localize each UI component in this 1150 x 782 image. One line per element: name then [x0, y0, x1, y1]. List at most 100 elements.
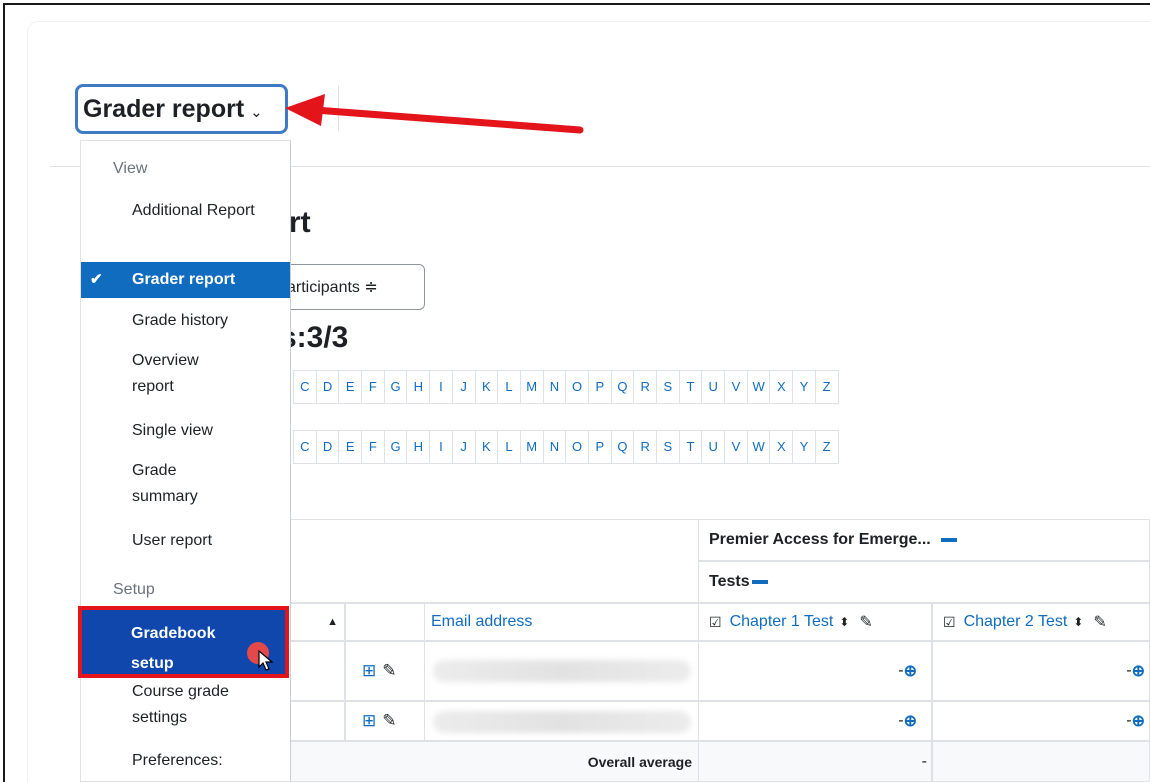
- letter-filter-e[interactable]: E: [338, 370, 363, 404]
- zoom-in-icon[interactable]: ⊕: [1132, 661, 1145, 681]
- letter-filter-d[interactable]: D: [315, 370, 340, 404]
- cursor-icon: [258, 650, 274, 671]
- menu-item-course-grade-settings[interactable]: Course grade settings: [81, 679, 246, 731]
- menu-item-grade-summary[interactable]: Grade summary: [81, 458, 211, 510]
- zoom-in-icon[interactable]: ⊕: [904, 661, 917, 681]
- sort-icon[interactable]: ⬍: [1073, 615, 1083, 629]
- letter-filter-l[interactable]: L: [497, 430, 521, 464]
- letter-filter-n[interactable]: N: [542, 430, 567, 464]
- zoom-in-icon[interactable]: ⊕: [1132, 711, 1145, 731]
- zoom-in-icon[interactable]: ⊕: [904, 711, 917, 731]
- letter-filter-n[interactable]: N: [542, 370, 567, 404]
- letter-filter-t[interactable]: T: [678, 430, 703, 464]
- menu-item-label: Gradebook setup: [131, 625, 216, 672]
- menu-item-single-view[interactable]: Single view: [81, 418, 290, 444]
- page-title: rt: [289, 206, 311, 239]
- check-icon: ✔: [90, 271, 103, 288]
- grade-cell[interactable]: - ⊕: [698, 641, 932, 701]
- overall-average-label: Overall average: [288, 741, 699, 782]
- letter-filter-i[interactable]: I: [429, 430, 453, 464]
- letter-filter-z[interactable]: Z: [814, 370, 839, 404]
- letter-filter-x[interactable]: X: [769, 370, 794, 404]
- letter-filter-i[interactable]: I: [429, 370, 453, 404]
- chapter1-label[interactable]: Chapter 1 Test: [730, 613, 834, 631]
- table-header-blank: [288, 519, 699, 603]
- letter-filter-h[interactable]: H: [406, 430, 431, 464]
- letter-filter-w[interactable]: W: [746, 430, 771, 464]
- letter-filter-h[interactable]: H: [406, 370, 431, 404]
- letter-filter-t[interactable]: T: [678, 370, 703, 404]
- letter-filter-o[interactable]: O: [565, 430, 589, 464]
- letter-filter-j[interactable]: J: [451, 430, 476, 464]
- table-row: [288, 701, 345, 741]
- letter-filter-j[interactable]: J: [451, 370, 476, 404]
- participants-selector[interactable]: articipants ≑: [270, 264, 425, 310]
- subcategory-header: Tests: [698, 561, 1150, 603]
- collapse-icon[interactable]: [940, 538, 957, 542]
- grade-cell[interactable]: - ⊕: [932, 641, 1150, 701]
- letter-filter-c[interactable]: C: [293, 430, 317, 464]
- letter-filter-l[interactable]: L: [497, 370, 521, 404]
- grade-cell[interactable]: - ⊕: [698, 701, 932, 741]
- row-actions: ⊞ ✎: [345, 701, 425, 741]
- letter-filter-k[interactable]: K: [474, 370, 499, 404]
- edit-icon[interactable]: ✎: [382, 711, 396, 731]
- menu-item-user-report[interactable]: User report: [81, 528, 290, 554]
- collapse-icon[interactable]: [751, 580, 768, 584]
- edit-icon[interactable]: ✎: [1093, 612, 1106, 632]
- letter-filter-m[interactable]: M: [519, 370, 544, 404]
- letter-filter-v[interactable]: V: [724, 430, 748, 464]
- letter-filter-f[interactable]: F: [361, 370, 385, 404]
- letter-filter-p[interactable]: P: [587, 370, 612, 404]
- letter-filter-x[interactable]: X: [769, 430, 794, 464]
- edit-icon[interactable]: ✎: [859, 612, 872, 632]
- letter-filter-r[interactable]: R: [633, 370, 657, 404]
- row-actions: ⊞ ✎: [345, 641, 425, 701]
- letter-filter-d[interactable]: D: [315, 430, 340, 464]
- letter-filter-m[interactable]: M: [519, 430, 544, 464]
- menu-item-grade-history[interactable]: Grade history: [81, 308, 290, 334]
- sort-header[interactable]: ▲: [288, 603, 345, 641]
- letter-filter-v[interactable]: V: [724, 370, 748, 404]
- category-header-label: Premier Access for Emerge...: [709, 531, 931, 548]
- chapter1-header[interactable]: ☑ Chapter 1 Test ⬍ ✎: [698, 603, 932, 641]
- chapter2-label[interactable]: Chapter 2 Test: [964, 613, 1068, 631]
- letter-filter-g[interactable]: G: [383, 370, 408, 404]
- menu-item-preferences[interactable]: Preferences:: [81, 748, 290, 774]
- grid-icon[interactable]: ⊞: [362, 661, 376, 681]
- grade-cell[interactable]: - ⊕: [932, 701, 1150, 741]
- report-selector-button[interactable]: Grader report ⌄: [75, 84, 288, 134]
- letter-filter-c[interactable]: C: [293, 370, 317, 404]
- grid-icon[interactable]: ⊞: [362, 711, 376, 731]
- letter-filter-o[interactable]: O: [565, 370, 589, 404]
- sort-up-icon[interactable]: ▲: [327, 616, 338, 628]
- letter-filter-s[interactable]: S: [656, 430, 680, 464]
- letter-filter-q[interactable]: Q: [610, 370, 635, 404]
- sort-icon[interactable]: ⬍: [839, 615, 849, 629]
- menu-item-label: Grader report: [132, 271, 236, 288]
- letter-filter-u[interactable]: U: [701, 370, 726, 404]
- letter-filter-k[interactable]: K: [474, 430, 499, 464]
- letter-filter-y[interactable]: Y: [792, 370, 816, 404]
- letter-filter-f[interactable]: F: [361, 430, 385, 464]
- letter-filter-g[interactable]: G: [383, 430, 408, 464]
- letter-filter-u[interactable]: U: [701, 430, 726, 464]
- table-row: [288, 641, 345, 701]
- menu-item-grader-report[interactable]: ✔ Grader report: [81, 262, 290, 298]
- chapter2-header[interactable]: ☑ Chapter 2 Test ⬍ ✎: [932, 603, 1150, 641]
- category-header: Premier Access for Emerge...: [698, 519, 1150, 561]
- overall-average-value: -: [698, 741, 932, 782]
- menu-item-additional-report[interactable]: Additional Report: [81, 198, 290, 224]
- menu-item-overview-report[interactable]: Overview report: [81, 348, 231, 400]
- letter-filter-e[interactable]: E: [338, 430, 363, 464]
- report-selector-label: Grader report: [83, 94, 245, 123]
- letter-filter-y[interactable]: Y: [792, 430, 816, 464]
- letter-filter-r[interactable]: R: [633, 430, 657, 464]
- email-column-header[interactable]: Email address: [424, 603, 699, 641]
- letter-filter-w[interactable]: W: [746, 370, 771, 404]
- letter-filter-z[interactable]: Z: [814, 430, 839, 464]
- letter-filter-q[interactable]: Q: [610, 430, 635, 464]
- edit-icon[interactable]: ✎: [382, 661, 396, 681]
- letter-filter-p[interactable]: P: [587, 430, 612, 464]
- letter-filter-s[interactable]: S: [656, 370, 680, 404]
